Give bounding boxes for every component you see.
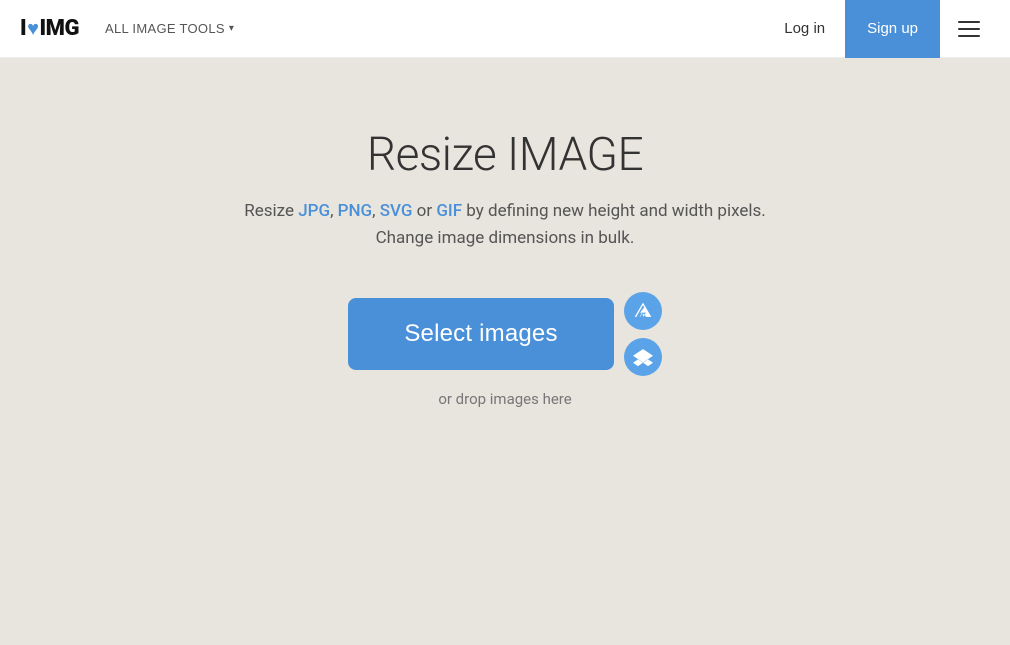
chevron-down-icon: ▾ — [229, 23, 234, 34]
menu-bar-3 — [958, 35, 980, 37]
format-jpg-link[interactable]: JPG — [298, 201, 330, 221]
subtitle-line2: Change image dimensions in bulk. — [376, 228, 635, 248]
all-tools-label: ALL IMAGE TOOLS — [105, 21, 225, 36]
subtitle-suffix: by defining new height and width pixels. — [462, 201, 766, 221]
menu-bar-1 — [958, 21, 980, 23]
google-drive-upload-button[interactable] — [624, 292, 662, 330]
dropbox-icon — [633, 347, 653, 367]
logo[interactable]: I ♥ IMG — [20, 16, 79, 41]
google-drive-icon — [633, 301, 653, 321]
comma-2: , — [372, 201, 380, 221]
header-right: Log in Sign up — [764, 0, 994, 58]
login-button[interactable]: Log in — [764, 12, 845, 45]
select-images-button[interactable]: Select images — [348, 298, 613, 370]
format-png-link[interactable]: PNG — [338, 201, 373, 221]
upload-area: Select images — [348, 292, 661, 376]
main-content: Resize IMAGE Resize JPG, PNG, SVG or GIF… — [0, 58, 1010, 408]
logo-img: IMG — [40, 16, 79, 41]
signup-button[interactable]: Sign up — [845, 0, 940, 58]
logo-i: I — [20, 16, 26, 41]
format-svg-link[interactable]: SVG — [380, 201, 413, 221]
comma-1: , — [330, 201, 338, 221]
subtitle: Resize JPG, PNG, SVG or GIF by defining … — [244, 198, 766, 252]
menu-button[interactable] — [944, 13, 994, 45]
format-gif-link[interactable]: GIF — [436, 201, 462, 221]
page-title: Resize IMAGE — [367, 128, 643, 182]
header: I ♥ IMG ALL IMAGE TOOLS ▾ Log in Sign up — [0, 0, 1010, 58]
dropbox-upload-button[interactable] — [624, 338, 662, 376]
upload-icons-group — [624, 292, 662, 376]
logo-heart-icon: ♥ — [27, 16, 38, 41]
subtitle-prefix: Resize — [244, 201, 298, 221]
header-left: I ♥ IMG ALL IMAGE TOOLS ▾ — [20, 16, 240, 41]
all-tools-button[interactable]: ALL IMAGE TOOLS ▾ — [99, 17, 240, 40]
drop-text: or drop images here — [438, 390, 571, 408]
subtitle-or: or — [412, 201, 436, 221]
menu-bar-2 — [958, 28, 980, 30]
